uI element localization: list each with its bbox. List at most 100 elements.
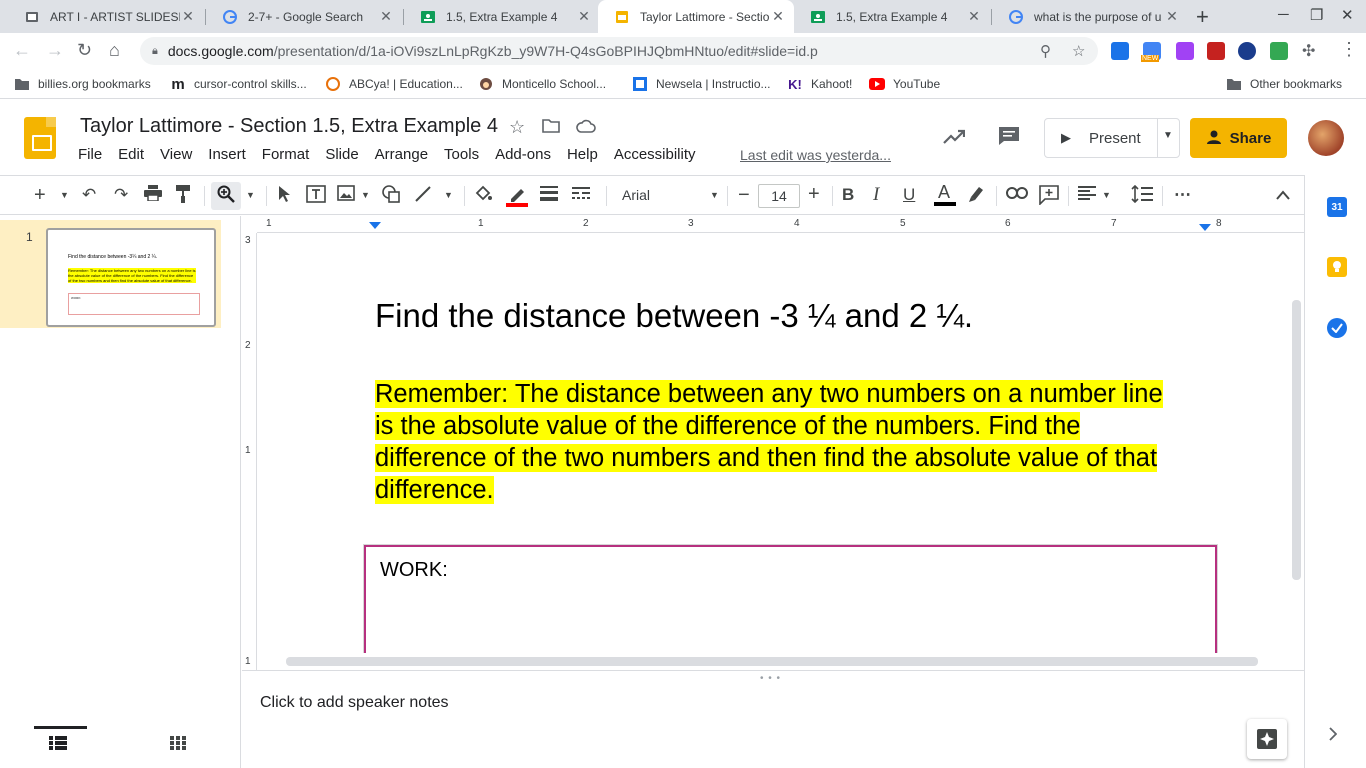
shape-icon[interactable] <box>381 185 401 208</box>
bookmark-newsela[interactable]: Newsela | Instructio... <box>632 76 771 92</box>
close-icon[interactable]: ✕ <box>180 8 196 25</box>
decrease-font-size-icon[interactable]: − <box>738 184 750 207</box>
slides-logo-icon[interactable] <box>24 117 56 159</box>
bookmark-cursor-control[interactable]: m cursor-control skills... <box>170 76 306 93</box>
border-color-icon[interactable] <box>506 185 528 212</box>
keep-icon[interactable] <box>1327 257 1347 277</box>
close-icon[interactable]: ✕ <box>1164 8 1180 25</box>
home-icon[interactable]: ⌂ <box>109 40 120 61</box>
reload-icon[interactable]: ↻ <box>77 40 92 61</box>
menu-addons[interactable]: Add-ons <box>495 146 551 163</box>
menu-edit[interactable]: Edit <box>118 146 144 163</box>
speaker-notes-panel[interactable]: • • • Click to add speaker notes <box>242 670 1304 768</box>
filmstrip-slide-1[interactable]: 1 Find the distance between -3¼ and 2 ¼.… <box>0 220 221 328</box>
other-bookmarks[interactable]: Other bookmarks <box>1226 76 1342 92</box>
close-icon[interactable]: ✕ <box>576 8 592 25</box>
slide-heading[interactable]: Find the distance between -3 ¼ and 2 ¼. <box>375 297 973 335</box>
browser-tab-3[interactable]: 1.5, Extra Example 4 ✕ <box>404 0 600 33</box>
slide-thumbnail[interactable]: Find the distance between -3¼ and 2 ¼. R… <box>46 228 216 327</box>
document-title[interactable]: Taylor Lattimore - Section 1.5, Extra Ex… <box>80 115 498 138</box>
bookmark-monticello[interactable]: Monticello School... <box>478 76 606 92</box>
forward-icon[interactable]: → <box>46 40 64 61</box>
slide-canvas[interactable]: Find the distance between -3 ¼ and 2 ¼. … <box>257 233 1288 653</box>
extension-rw-icon[interactable] <box>1176 42 1194 60</box>
close-icon[interactable]: ✕ <box>770 8 786 25</box>
close-icon[interactable]: ✕ <box>966 8 982 25</box>
extension-pdf-icon[interactable] <box>1207 42 1225 60</box>
line-dropdown-icon[interactable]: ▼ <box>444 190 453 200</box>
line-spacing-icon[interactable] <box>1131 184 1153 208</box>
align-dropdown-icon[interactable]: ▼ <box>1102 190 1111 200</box>
comment-icon[interactable] <box>998 126 1020 152</box>
select-cursor-icon[interactable] <box>278 185 292 208</box>
work-text-box[interactable]: WORK: <box>364 545 1217 653</box>
menu-accessibility[interactable]: Accessibility <box>614 146 696 163</box>
browser-tab-6[interactable]: what is the purpose of u ✕ <box>992 0 1188 33</box>
close-icon[interactable]: ✕ <box>378 8 394 25</box>
extension-k-icon[interactable] <box>1238 42 1256 60</box>
reminder-text-box[interactable]: Remember: The distance between any two n… <box>375 378 1205 506</box>
left-indent-marker[interactable] <box>369 222 381 229</box>
back-icon[interactable]: ← <box>13 40 31 61</box>
text-box-icon[interactable] <box>306 185 326 208</box>
extension-green-icon[interactable] <box>1270 42 1288 60</box>
align-icon[interactable] <box>1078 185 1096 206</box>
undo-icon[interactable]: ↶ <box>82 185 96 205</box>
calendar-icon[interactable]: 31 <box>1327 197 1347 217</box>
browser-tab-4[interactable]: Taylor Lattimore - Section ✕ <box>598 0 794 33</box>
border-weight-icon[interactable] <box>540 185 558 206</box>
bold-icon[interactable]: B <box>842 185 854 205</box>
zoom-icon[interactable]: ⚲ <box>1040 42 1051 60</box>
image-icon[interactable] <box>337 185 355 206</box>
speaker-notes-placeholder[interactable]: Click to add speaker notes <box>260 694 449 712</box>
italic-icon[interactable]: I <box>873 184 879 206</box>
image-dropdown-icon[interactable]: ▼ <box>361 190 370 200</box>
bookmark-youtube[interactable]: YouTube <box>869 76 940 92</box>
right-indent-marker[interactable] <box>1199 224 1211 231</box>
present-dropdown-icon[interactable]: ▼ <box>1163 130 1173 141</box>
browser-tab-5[interactable]: 1.5, Extra Example 4 ✕ <box>794 0 990 33</box>
menu-arrange[interactable]: Arrange <box>375 146 428 163</box>
bookmark-kahoot[interactable]: K! Kahoot! <box>787 76 852 92</box>
browser-menu-icon[interactable]: ⋮ <box>1340 39 1358 60</box>
redo-icon[interactable]: ↷ <box>114 185 128 205</box>
border-dash-icon[interactable] <box>572 185 590 206</box>
new-slide-icon[interactable]: + <box>34 184 46 207</box>
print-icon[interactable] <box>144 185 162 206</box>
share-button[interactable]: Share <box>1190 118 1287 158</box>
present-button[interactable]: ▶ Present ▼ <box>1044 118 1180 158</box>
move-folder-icon[interactable] <box>542 117 560 138</box>
highlight-color-icon[interactable] <box>967 185 985 208</box>
extensions-puzzle-icon[interactable]: ✣ <box>1302 41 1315 61</box>
fill-color-icon[interactable] <box>474 185 492 208</box>
explore-icon[interactable] <box>1247 719 1287 759</box>
paint-format-icon[interactable] <box>176 185 192 208</box>
font-size-input[interactable]: 14 <box>758 184 800 208</box>
zoom-icon[interactable] <box>217 185 235 208</box>
bookmark-star-icon[interactable]: ☆ <box>1072 42 1085 60</box>
menu-file[interactable]: File <box>78 146 102 163</box>
font-family-select[interactable]: Arial <box>622 187 650 203</box>
menu-insert[interactable]: Insert <box>208 146 246 163</box>
account-avatar[interactable] <box>1308 120 1344 156</box>
extension-globe-icon[interactable] <box>1111 42 1129 60</box>
more-options-icon[interactable]: ⋯ <box>1174 185 1191 205</box>
horizontal-scrollbar[interactable] <box>286 657 1258 666</box>
minimize-icon[interactable]: ─ <box>1278 6 1289 23</box>
menu-format[interactable]: Format <box>262 146 310 163</box>
expand-panel-icon[interactable] <box>1329 727 1338 746</box>
bookmark-billies[interactable]: billies.org bookmarks <box>14 76 151 92</box>
menu-view[interactable]: View <box>160 146 192 163</box>
new-slide-dropdown-icon[interactable]: ▼ <box>60 190 69 200</box>
menu-slide[interactable]: Slide <box>325 146 358 163</box>
new-tab-icon[interactable]: + <box>1196 4 1209 30</box>
star-icon[interactable]: ☆ <box>509 117 525 138</box>
font-dropdown-icon[interactable]: ▼ <box>710 190 719 200</box>
increase-font-size-icon[interactable]: + <box>808 183 820 206</box>
add-comment-icon[interactable] <box>1039 185 1059 210</box>
activity-trend-icon[interactable] <box>943 125 966 151</box>
browser-tab-1[interactable]: ART I - ARTIST SLIDESHOW ✕ <box>8 0 204 33</box>
restore-icon[interactable]: ❐ <box>1310 6 1323 24</box>
line-icon[interactable] <box>414 185 432 208</box>
address-bar[interactable]: 🔒︎ docs.google.com/presentation/d/1a-iOV… <box>140 37 1098 65</box>
